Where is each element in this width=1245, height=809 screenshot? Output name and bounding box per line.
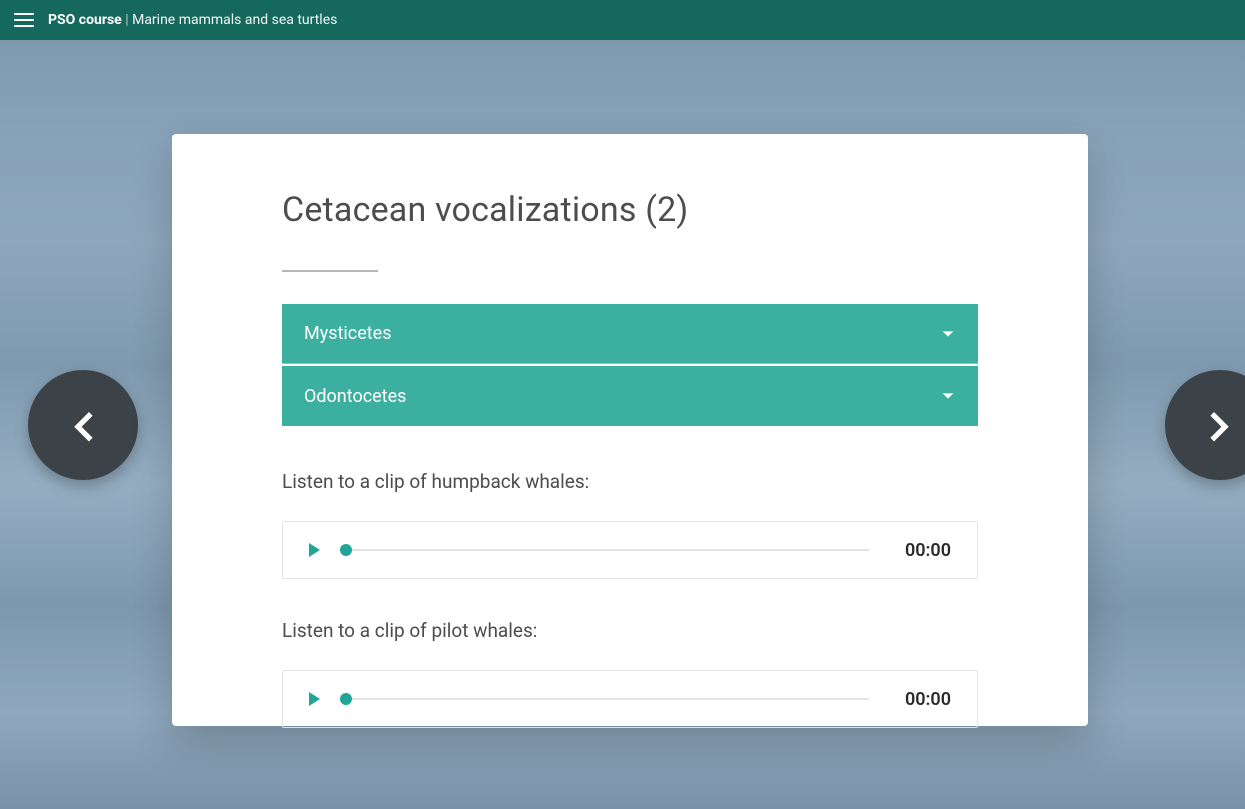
chevron-left-icon	[62, 404, 104, 446]
accordion-item-mysticetes[interactable]: Mysticetes	[282, 304, 978, 364]
audio-progress-track[interactable]	[346, 549, 869, 551]
audio-player: 00:00	[282, 670, 978, 728]
breadcrumb: PSO course | Marine mammals and sea turt…	[48, 12, 337, 28]
audio-player: 00:00	[282, 521, 978, 579]
audio-time: 00:00	[895, 540, 951, 561]
audio-progress-thumb[interactable]	[340, 693, 352, 705]
content-card: Cetacean vocalizations (2) Mysticetes Od…	[172, 134, 1088, 726]
chevron-down-icon	[940, 326, 956, 342]
audio-progress-track[interactable]	[346, 698, 869, 700]
section-title: Marine mammals and sea turtles	[132, 12, 337, 28]
top-bar: PSO course | Marine mammals and sea turt…	[0, 0, 1245, 40]
audio-progress-thumb[interactable]	[340, 544, 352, 556]
accordion-label: Mysticetes	[304, 323, 391, 344]
chevron-right-icon	[1199, 404, 1241, 446]
prev-slide-button[interactable]	[28, 370, 138, 480]
chevron-down-icon	[940, 388, 956, 404]
title-underline	[282, 270, 378, 272]
audio-prompt: Listen to a clip of pilot whales:	[282, 619, 978, 642]
play-icon[interactable]	[309, 543, 320, 557]
accordion-item-odontocetes[interactable]: Odontocetes	[282, 366, 978, 426]
play-icon[interactable]	[309, 692, 320, 706]
accordion: Mysticetes Odontocetes	[282, 304, 978, 426]
accordion-label: Odontocetes	[304, 386, 406, 407]
breadcrumb-divider: |	[125, 12, 128, 28]
audio-block-humpback: Listen to a clip of humpback whales: 00:…	[282, 470, 978, 579]
audio-block-pilot: Listen to a clip of pilot whales: 00:00	[282, 619, 978, 728]
hamburger-icon[interactable]	[14, 13, 34, 27]
audio-prompt: Listen to a clip of humpback whales:	[282, 470, 978, 493]
audio-time: 00:00	[895, 689, 951, 710]
slide-area: Cetacean vocalizations (2) Mysticetes Od…	[0, 40, 1245, 809]
next-slide-button[interactable]	[1165, 370, 1245, 480]
page-title: Cetacean vocalizations (2)	[282, 190, 978, 230]
course-title: PSO course	[48, 12, 122, 28]
